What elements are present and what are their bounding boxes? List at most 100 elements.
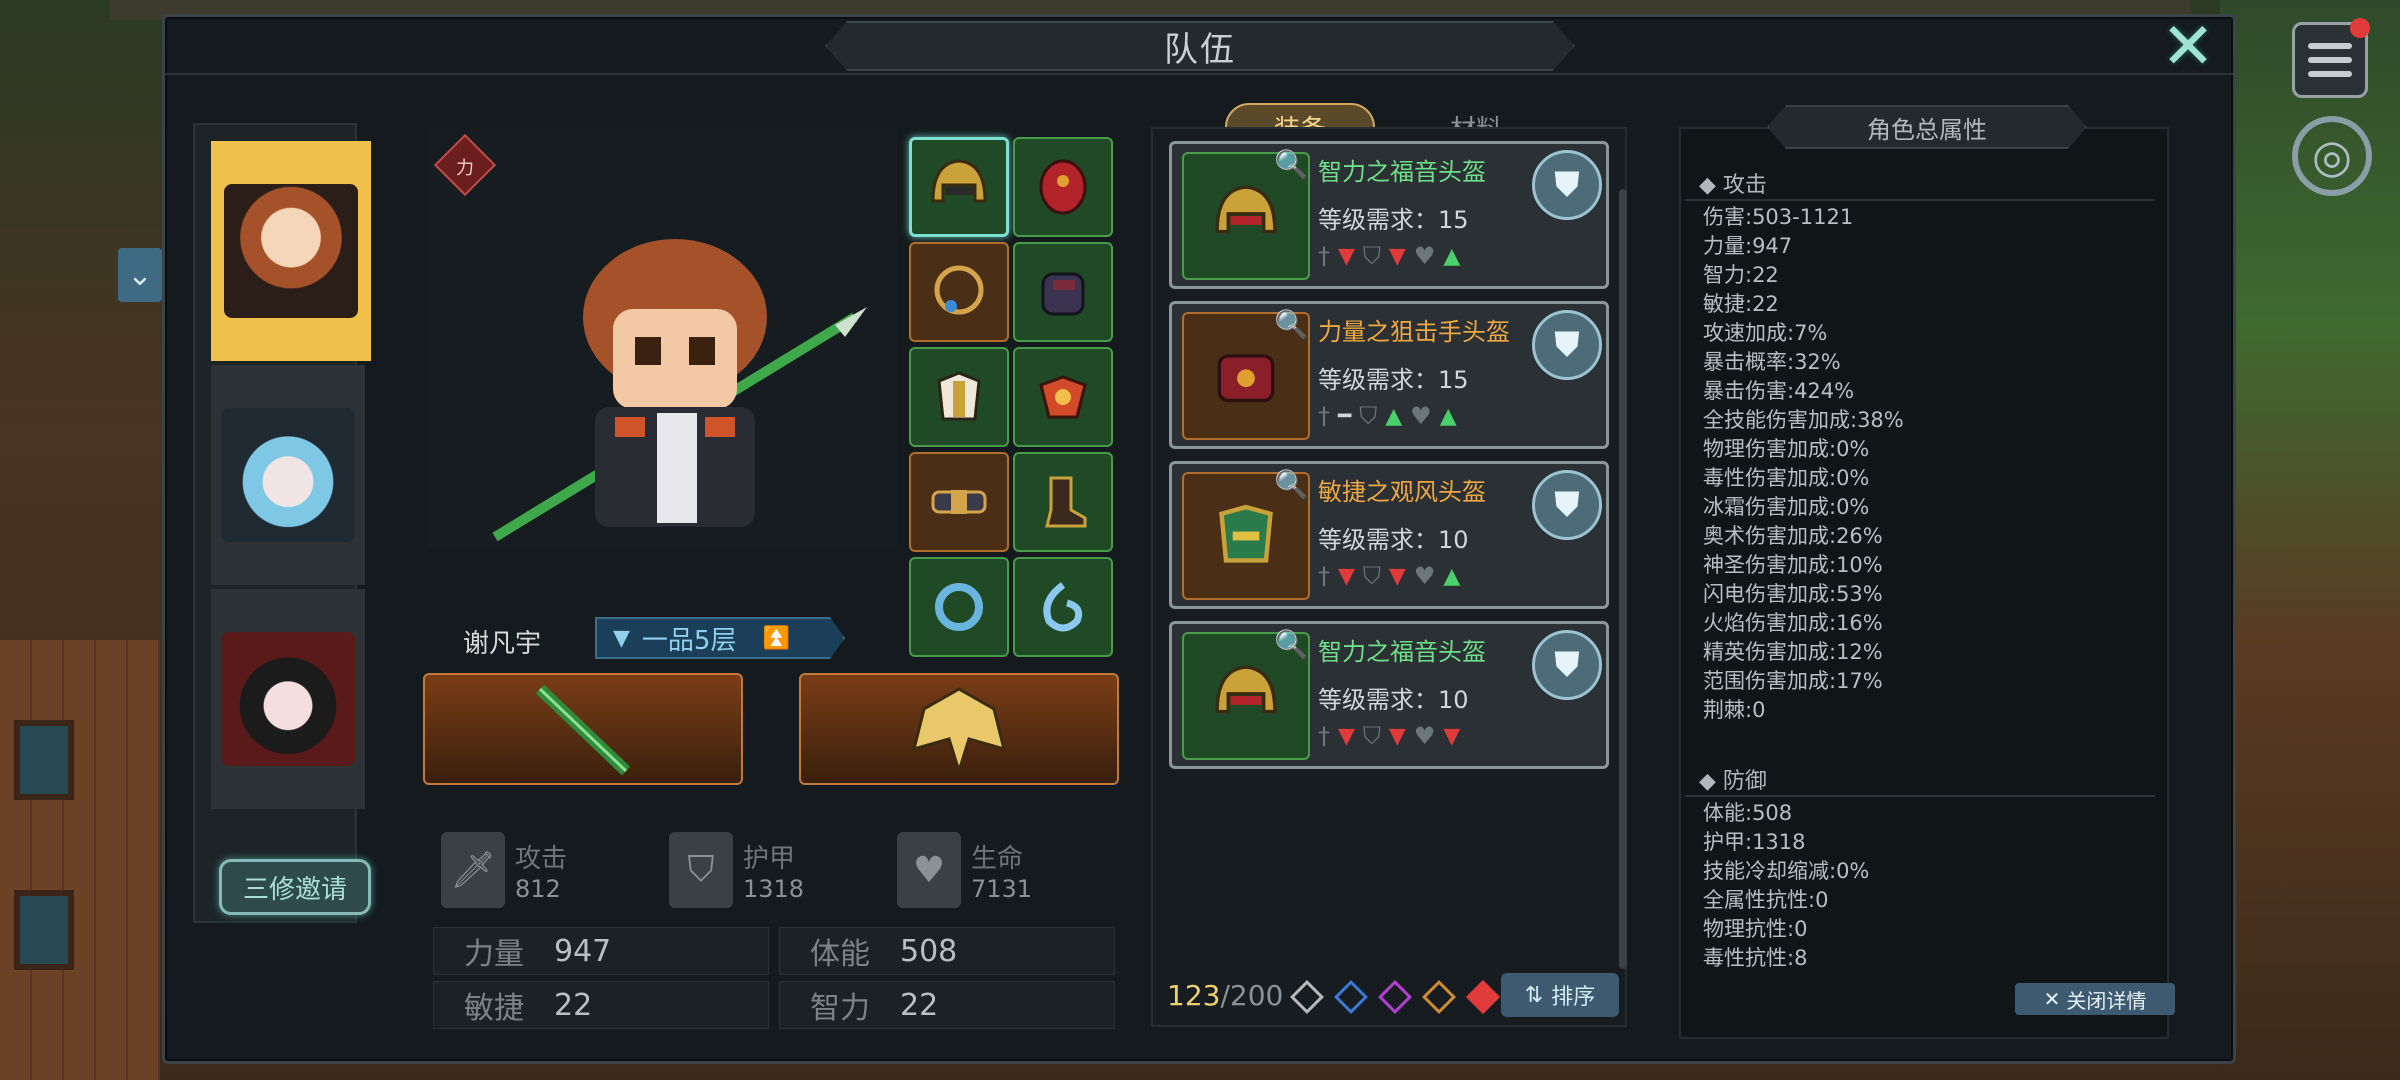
background-house xyxy=(0,640,160,1080)
equip-item[interactable]: 🔍 力量之狙击手头盔 等级需求：15 † ━ ⛉ ▲ ♥ ▲ ⛊ xyxy=(1169,301,1609,449)
down-arrow-icon: ▼ xyxy=(1338,563,1355,589)
slot-main-weapon[interactable] xyxy=(423,673,743,785)
equip-item[interactable]: 🔍 智力之福音头盔 等级需求：10 † ▼ ⛉ ▼ ♥ ▼ ⛊ xyxy=(1169,621,1609,769)
portrait-black-hair-red-eyes xyxy=(221,632,355,766)
attr-row: 范围伤害加成:17% xyxy=(1703,669,1883,693)
attr-row: 毒性伤害加成:0% xyxy=(1703,466,1870,490)
attr-row: 火焰伤害加成:16% xyxy=(1703,611,1883,635)
attr-row: 护甲:1318 xyxy=(1703,830,1806,854)
slot-bracer[interactable] xyxy=(1013,347,1113,447)
attr-row: 神圣伤害加成:10% xyxy=(1703,553,1883,577)
attribute-header: 角色总属性 xyxy=(1767,105,2087,149)
attr-row: 毒性抗性:8 xyxy=(1703,946,1808,970)
up-arrow-icon: ▲ xyxy=(1443,243,1461,269)
strength-value: 947 xyxy=(554,933,612,969)
background-window xyxy=(14,720,74,800)
attack-section-title: ◆ 攻击 xyxy=(1685,167,2155,201)
stat-agility: 敏捷 22 xyxy=(433,981,769,1029)
stat-vitality: 体能 508 xyxy=(779,927,1115,975)
shield-icon: ⛉ xyxy=(1362,242,1381,270)
portrait-brown-hair-hero xyxy=(224,184,358,318)
party-member-2[interactable] xyxy=(211,365,365,585)
hero-sprite xyxy=(492,239,867,542)
slot-chest[interactable] xyxy=(909,347,1009,447)
up-arrow-icon: ▲ xyxy=(1385,403,1403,429)
close-detail-button[interactable]: ✕ 关闭详情 xyxy=(2015,983,2175,1015)
sword-icon: † xyxy=(1318,402,1330,430)
diamond-bullet-icon: ◆ xyxy=(1699,769,1716,794)
stat-intelligence: 智力 22 xyxy=(779,981,1115,1029)
shield-icon: ⛉ xyxy=(1362,722,1381,750)
down-arrow-icon: ▼ xyxy=(1338,243,1355,269)
heart-icon: ♥ xyxy=(1410,402,1432,430)
helmet-icon xyxy=(1219,504,1273,563)
background-window xyxy=(14,890,74,970)
armor-value: 1318 xyxy=(743,874,805,903)
close-icon: ✕ xyxy=(2043,987,2061,1011)
slot-amulet[interactable] xyxy=(909,242,1009,342)
attr-row: 全技能伤害加成:38% xyxy=(1703,408,1904,432)
equip-name: 智力之福音头盔 xyxy=(1318,638,1486,666)
rank-badge[interactable]: ▼ 一品5层 ⏫ xyxy=(595,617,845,659)
attr-row: 物理抗性:0 xyxy=(1703,917,1808,941)
down-arrow-icon: ▼ xyxy=(1443,723,1461,749)
close-icon[interactable]: ✕ xyxy=(2153,10,2223,84)
invite-button[interactable]: 三修邀请 xyxy=(219,859,371,915)
slot-ring-2[interactable] xyxy=(1013,557,1113,657)
equip-compare: † ━ ⛉ ▲ ♥ ▲ xyxy=(1318,402,1457,430)
equip-level-req: 等级需求：15 xyxy=(1318,206,1469,234)
swirl-skill-icon[interactable]: ◎ xyxy=(2292,116,2372,196)
slot-off-hand[interactable] xyxy=(799,673,1119,785)
equip-name: 敏捷之观风头盔 xyxy=(1318,478,1486,506)
portrait-white-hat-blue-hair xyxy=(221,408,355,542)
intelligence-value: 22 xyxy=(900,987,939,1023)
sword-icon: † xyxy=(1318,242,1330,270)
up-arrow-icon: ▲ xyxy=(1443,563,1461,589)
bag-max: /200 xyxy=(1220,979,1284,1012)
shield-icon: ⛉ xyxy=(1362,562,1381,590)
attr-row: 冰霜伤害加成:0% xyxy=(1703,495,1870,519)
heart-icon: ♥ xyxy=(1413,722,1436,750)
attr-row: 闪电伤害加成:53% xyxy=(1703,582,1883,606)
slot-gloves[interactable] xyxy=(1013,242,1113,342)
slot-shoulder[interactable] xyxy=(1013,137,1113,237)
slot-boots[interactable] xyxy=(1013,452,1113,552)
attack-label: 攻击 xyxy=(515,843,568,874)
equip-level-req: 等级需求：10 xyxy=(1318,526,1469,554)
party-member-1[interactable] xyxy=(211,141,371,361)
slot-ring-1[interactable] xyxy=(909,557,1009,657)
equip-item[interactable]: 🔍 敏捷之观风头盔 等级需求：10 † ▼ ⛉ ▼ ♥ ▲ ⛊ xyxy=(1169,461,1609,609)
up-arrow-icon: ▲ xyxy=(1439,403,1457,429)
magnify-icon[interactable]: 🔍 xyxy=(1274,308,1309,341)
equip-item[interactable]: 🔍 智力之福音头盔 等级需求：15 † ▼ ⛉ ▼ ♥ ▲ ⛊ xyxy=(1169,141,1609,289)
bag-count: 123/200 xyxy=(1167,979,1283,1012)
rank-emblem-icon: ▼ xyxy=(613,625,630,651)
equipment-scrollbar[interactable] xyxy=(1619,189,1627,969)
attr-row: 全属性抗性:0 xyxy=(1703,888,1829,912)
slot-belt[interactable] xyxy=(909,452,1009,552)
armor-type-icon: ⛊ xyxy=(1532,310,1602,380)
sort-button[interactable]: ⇅ 排序 xyxy=(1501,973,1619,1017)
vitality-label: 体能 xyxy=(810,937,870,972)
heart-icon: ♥ xyxy=(1413,562,1436,590)
magnify-icon[interactable]: 🔍 xyxy=(1274,468,1309,501)
slot-helmet[interactable] xyxy=(909,137,1009,237)
team-dialog: 队伍 ✕ 三修邀请 力 谢凡宇 ▼ 一品5层 ⏫ 🗡 攻击 812 ⛉ 护甲 1… xyxy=(162,10,2236,1064)
helmet-icon xyxy=(1215,665,1277,714)
down-arrow-icon: ▼ xyxy=(1388,243,1406,269)
attr-row: 智力:22 xyxy=(1703,263,1779,287)
equipment-list: 🔍 智力之福音头盔 等级需求：15 † ▼ ⛉ ▼ ♥ ▲ ⛊ 🔍 力量之狙击手头盔 … xyxy=(1151,127,1627,1027)
equip-compare: † ▼ ⛉ ▼ ♥ ▲ xyxy=(1318,242,1460,270)
equip-compare: † ▼ ⛉ ▼ ♥ ▼ xyxy=(1318,722,1460,750)
party-member-3[interactable] xyxy=(211,589,365,809)
life-value: 7131 xyxy=(971,874,1033,903)
attr-row: 攻速加成:7% xyxy=(1703,321,1828,345)
notification-dot xyxy=(2350,18,2370,38)
armor-type-icon: ⛊ xyxy=(1532,630,1602,700)
attr-row: 敏捷:22 xyxy=(1703,292,1779,316)
collapse-chevron-icon[interactable]: ⌄ xyxy=(118,248,162,302)
defense-attribute-list: 体能:508 护甲:1318 技能冷却缩减:0% 全属性抗性:0 物理抗性:0 … xyxy=(1703,799,1869,973)
magnify-icon[interactable]: 🔍 xyxy=(1274,148,1309,181)
magnify-icon[interactable]: 🔍 xyxy=(1274,628,1309,661)
attr-row: 暴击伤害:424% xyxy=(1703,379,1855,403)
